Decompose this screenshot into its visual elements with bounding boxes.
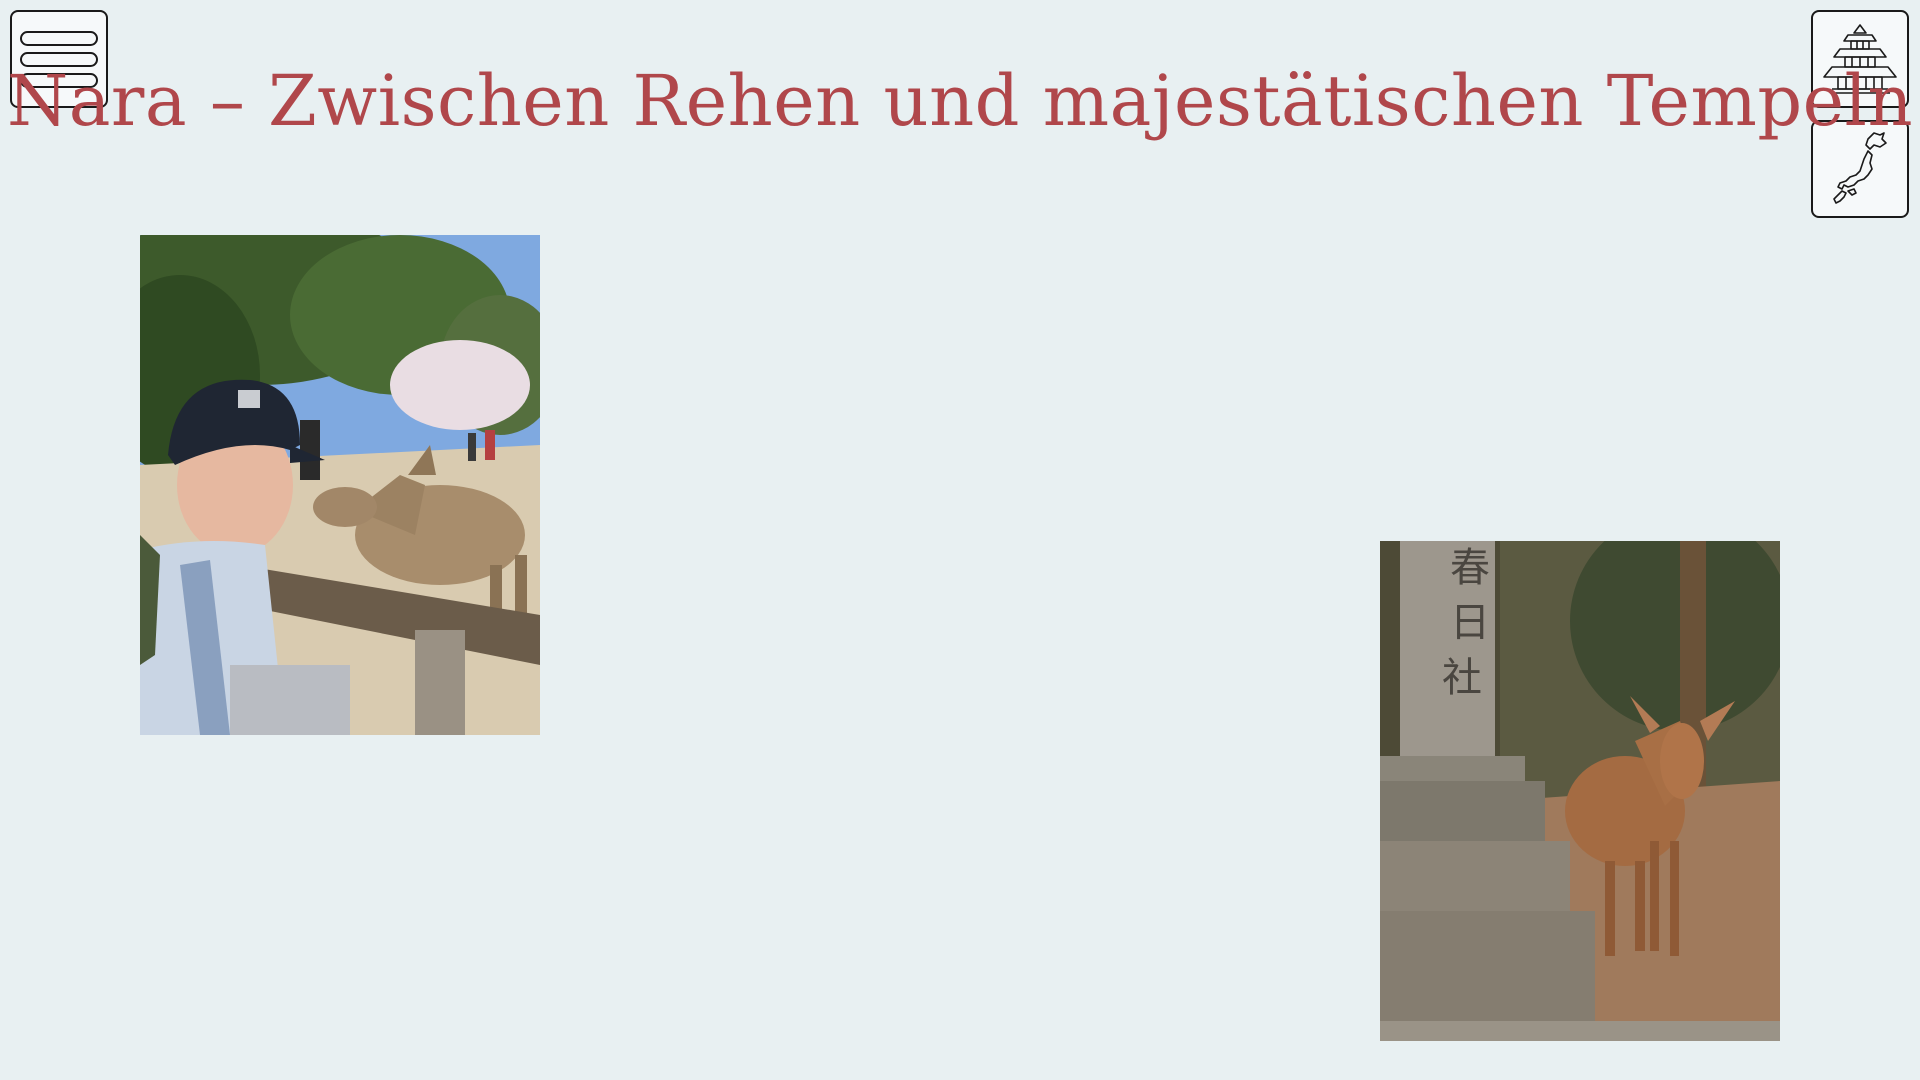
lantern-inscription-char-1: 春: [1450, 545, 1490, 591]
page-title: Nara – Zwischen Rehen und majestätischen…: [6, 60, 1914, 142]
page: Nara – Zwischen Rehen und majestätischen…: [0, 0, 1920, 1080]
deer-at-shrine-photo: 春 日 社: [1380, 541, 1780, 1041]
lantern-inscription-char-3: 社: [1442, 655, 1482, 701]
lantern-inscription-char-2: 日: [1450, 600, 1490, 646]
selfie-with-deer-photo: [140, 235, 540, 735]
